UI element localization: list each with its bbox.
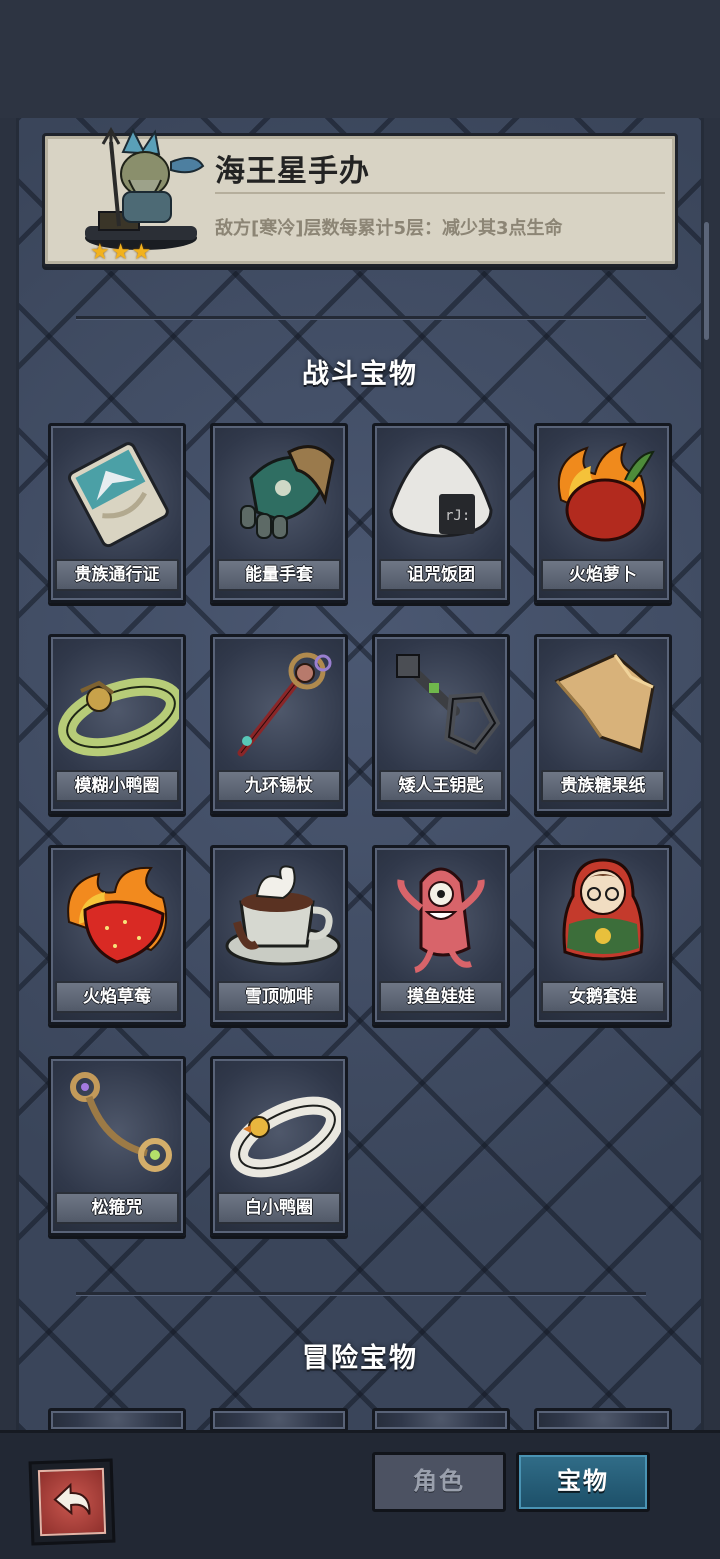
item-label: 矮人王钥匙 bbox=[379, 770, 503, 802]
slacker-doll-icon bbox=[397, 867, 485, 973]
item-description: 敌方[寒冷]层数每累计5层：减少其3点生命 bbox=[215, 218, 563, 239]
item-tile[interactable]: rJ: 诅咒饭团 bbox=[372, 423, 510, 603]
item-label: 贵族通行证 bbox=[55, 559, 179, 591]
item-tile[interactable]: 女鹅套娃 bbox=[534, 845, 672, 1025]
item-tile[interactable]: 矮人王钥匙 bbox=[372, 634, 510, 814]
item-tile[interactable]: 火焰萝卜 bbox=[534, 423, 672, 603]
section-divider bbox=[76, 1292, 646, 1295]
star-rating: ★ ★ ★ bbox=[90, 240, 151, 265]
item-label: 火焰草莓 bbox=[55, 981, 179, 1013]
star-icon: ★ bbox=[110, 240, 131, 265]
candy-wrapper-icon bbox=[554, 653, 655, 753]
cursed-riceball-icon: rJ: bbox=[389, 444, 493, 538]
svg-text:rJ:: rJ: bbox=[445, 508, 470, 524]
headband-spell-icon bbox=[70, 1072, 172, 1172]
dwarf-king-key-icon bbox=[396, 654, 501, 755]
item-label: 诅咒饭团 bbox=[379, 559, 503, 591]
item-tile[interactable]: 白小鸭圈 bbox=[210, 1056, 348, 1236]
flame-strawberry-icon bbox=[67, 866, 167, 964]
item-label: 白小鸭圈 bbox=[217, 1192, 341, 1224]
item-label: 火焰萝卜 bbox=[541, 559, 665, 591]
item-label: 能量手套 bbox=[217, 559, 341, 591]
tab-treasure[interactable]: 宝物 bbox=[516, 1452, 650, 1512]
item-label: 雪顶咖啡 bbox=[217, 981, 341, 1013]
section-divider bbox=[76, 316, 646, 319]
section-title-adventure: 冒险宝物 bbox=[302, 1343, 418, 1374]
back-arrow-icon bbox=[53, 1482, 91, 1516]
star-icon: ★ bbox=[131, 240, 152, 265]
blurry-duck-ring-icon bbox=[58, 677, 179, 757]
item-tile[interactable]: 火焰草莓 bbox=[48, 845, 186, 1025]
tab-role[interactable]: 角色 bbox=[372, 1452, 506, 1512]
scrollbar[interactable] bbox=[704, 222, 709, 340]
back-button[interactable] bbox=[28, 1458, 116, 1546]
selected-item-card: ★ ★ ★ 海王星手办 敌方[寒冷]层数每累计5层：减少其3点生命 bbox=[42, 126, 678, 267]
item-tile[interactable] bbox=[534, 1408, 672, 1432]
flame-radish-icon bbox=[557, 442, 655, 542]
item-name: 海王星手办 bbox=[215, 154, 370, 189]
item-tile[interactable]: 能量手套 bbox=[210, 423, 348, 603]
item-label: 贵族糖果纸 bbox=[541, 770, 665, 802]
item-label: 摸鱼娃娃 bbox=[379, 981, 503, 1013]
snowtop-coffee-icon bbox=[225, 865, 341, 966]
item-tile[interactable]: 模糊小鸭圈 bbox=[48, 634, 186, 814]
section-title-battle: 战斗宝物 bbox=[302, 359, 418, 390]
item-tile[interactable] bbox=[210, 1408, 348, 1432]
item-label: 女鹅套娃 bbox=[541, 981, 665, 1013]
nine-ring-staff-icon bbox=[237, 652, 332, 757]
item-tile[interactable]: 松箍咒 bbox=[48, 1056, 186, 1236]
item-tile[interactable]: 摸鱼娃娃 bbox=[372, 845, 510, 1025]
nesting-doll-icon bbox=[562, 858, 644, 961]
power-glove-icon bbox=[240, 445, 335, 539]
top-bar bbox=[0, 0, 720, 118]
item-tile[interactable]: 贵族糖果纸 bbox=[534, 634, 672, 814]
item-label: 九环锡杖 bbox=[217, 770, 341, 802]
item-tile[interactable]: 贵族通行证 bbox=[48, 423, 186, 603]
star-icon: ★ bbox=[90, 240, 110, 265]
white-duck-ring-icon bbox=[230, 1096, 341, 1178]
divider bbox=[215, 192, 665, 194]
item-tile[interactable] bbox=[372, 1408, 510, 1432]
noble-pass-icon bbox=[67, 442, 169, 548]
item-label: 松箍咒 bbox=[55, 1192, 179, 1224]
item-tile[interactable] bbox=[48, 1408, 186, 1432]
item-tile[interactable]: 雪顶咖啡 bbox=[210, 845, 348, 1025]
item-label: 模糊小鸭圈 bbox=[55, 770, 179, 802]
item-tile[interactable]: 九环锡杖 bbox=[210, 634, 348, 814]
